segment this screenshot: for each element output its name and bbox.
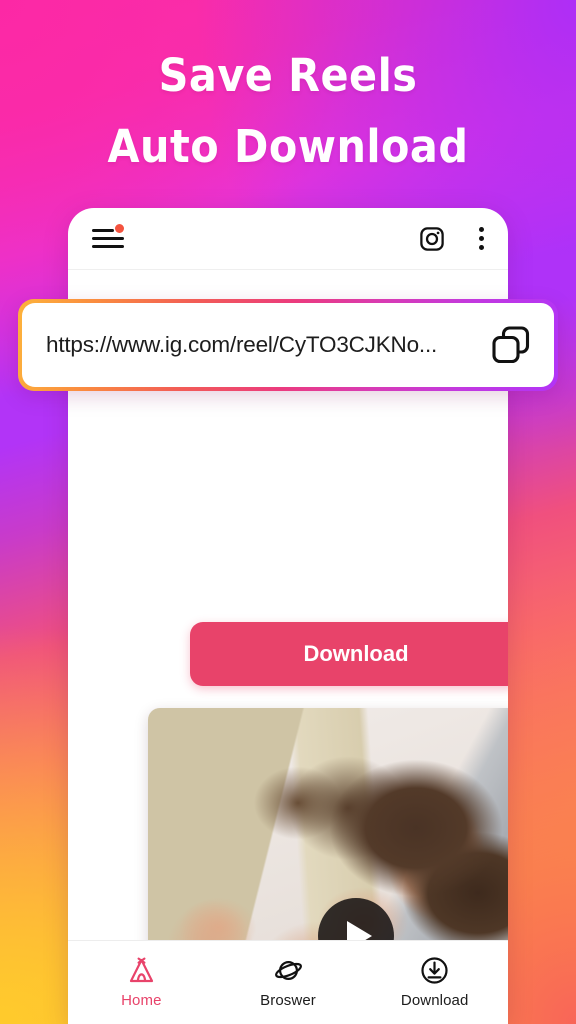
nav-label-browser: Broswer [260,992,316,1009]
url-input[interactable]: https://www.ig.com/reel/CyTO3CJKNo... [46,332,490,358]
nav-label-download: Download [400,992,469,1009]
nav-item-browser[interactable]: Broswer [215,941,362,1024]
nav-label-home: Home [121,992,162,1009]
hamburger-line [92,236,124,241]
home-icon [129,957,153,983]
kebab-dot [479,227,484,232]
kebab-dot [479,236,484,241]
kebab-dot [479,245,484,250]
browser-icon [274,961,302,980]
url-field-container: https://www.ig.com/reel/CyTO3CJKNo... [18,299,558,391]
download-button[interactable]: Download [190,622,508,686]
menu-notification-dot [115,223,124,233]
promo-headline: Save Reels Auto Download [23,40,553,182]
hamburger-line [92,245,124,249]
copy-icon[interactable] [490,324,532,366]
kebab-menu-icon[interactable] [479,227,484,250]
instagram-icon[interactable] [419,226,445,252]
hamburger-menu-icon[interactable] [92,223,126,251]
url-input-bar[interactable]: https://www.ig.com/reel/CyTO3CJKNo... [22,303,554,387]
promo-screen: Save Reels Auto Download Download Home B… [0,0,576,1024]
download-icon [421,957,448,984]
headline-line-1: Save Reels [158,49,418,102]
bottom-navigation: Home Broswer Download [68,940,508,1024]
headline-line-2: Auto Download [107,120,469,174]
app-topbar [68,208,508,270]
hamburger-line [92,228,114,232]
nav-item-home[interactable]: Home [68,941,215,1024]
nav-item-download[interactable]: Download [361,941,508,1024]
